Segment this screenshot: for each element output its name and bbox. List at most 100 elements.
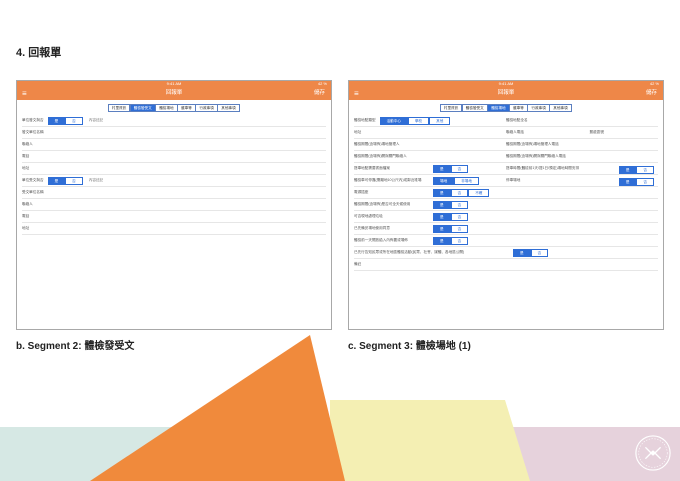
option-no[interactable]: 否 xyxy=(450,200,469,209)
option-no[interactable]: 否 xyxy=(636,165,654,174)
yn-toggle: 是 否 xyxy=(433,236,469,245)
place-type-cell: 體檢地點類型 活動中心 學校 其他 xyxy=(354,116,506,125)
place-type-school[interactable]: 學校 xyxy=(407,116,430,125)
tab-admin[interactable]: 行政事項 xyxy=(527,104,550,112)
form-row-venue-manager: 體檢期間(含場佈)場地管理人 體檢期間(含場佈)場地管理人電話 xyxy=(354,139,658,151)
form-row-receiver-phone[interactable]: 電話 xyxy=(22,211,326,223)
yn-toggle-right: 是 否 xyxy=(618,165,654,174)
form-row-yn-3: 體檢期間(含場佈)是否可全天候使用 是 否 xyxy=(354,199,658,211)
menu-icon[interactable]: ≡ xyxy=(354,87,359,100)
field-label: 搭車地點需要書面檔案 xyxy=(354,166,390,170)
place-name-field[interactable]: 體檢地點全名 xyxy=(506,118,658,123)
option-yes[interactable]: 是 xyxy=(433,164,451,173)
field-label: 單位發文與否 xyxy=(22,118,44,122)
device-segment-2: 9:41 AM 42 % ≡ 回報單 儲存 村里資訊 體檢發受文 體檢場地 壅車… xyxy=(16,80,332,330)
tab-exam-documents[interactable]: 體檢發受文 xyxy=(129,104,156,112)
yn-toggle: 是 否 xyxy=(433,200,469,209)
yn-toggle-right: 是 否 xyxy=(618,177,654,186)
form-row-sender-contact[interactable]: 聯絡人 xyxy=(22,139,326,151)
form-row-receive-doc: 單位受文與否 是 否 內容註記 xyxy=(22,175,326,187)
send-doc-no[interactable]: 否 xyxy=(65,116,83,125)
option-no[interactable]: 否 xyxy=(450,224,469,233)
save-button[interactable]: 儲存 xyxy=(646,87,657,100)
place-type-other[interactable]: 其他 xyxy=(429,116,451,125)
form-row-place-type: 體檢地點類型 活動中心 學校 其他 體檢地點全名 xyxy=(354,115,658,127)
tab-exam-documents[interactable]: 體檢發受文 xyxy=(461,104,488,112)
device-segment-3: 9:41 AM 42 % ≡ 回報單 儲存 村里資訊 體檢發受文 體檢場地 壅車… xyxy=(348,80,664,330)
form-row-note[interactable]: 備註 xyxy=(354,259,658,271)
option-venue[interactable]: 場地 xyxy=(433,176,455,185)
menu-icon[interactable]: ≡ xyxy=(22,87,27,100)
venue-manager-phone-field[interactable]: 體檢期間(含場佈)場地管理人電話 xyxy=(506,142,658,147)
form-row-receiver-contact[interactable]: 聯絡人 xyxy=(22,199,326,211)
door-contact-phone-field[interactable]: 體檢期間(含場佈)開與關門聯絡人電話 xyxy=(506,154,658,159)
form-row-receiver-address[interactable]: 地址 xyxy=(22,223,326,235)
form-row-sender-name[interactable]: 發文單位名稱 xyxy=(22,127,326,139)
option-yes[interactable]: 是 xyxy=(618,177,637,186)
yn-toggle: 場地 非場地 xyxy=(433,176,479,185)
form-row-sender-address[interactable]: 地址 xyxy=(22,163,326,175)
content-note-label: 內容註記 xyxy=(88,178,104,182)
field-label: 已先行告知民眾或所在地區體檢活動(民眾、社會、媒體、各地區公開) xyxy=(354,250,465,254)
save-button[interactable]: 儲存 xyxy=(314,87,325,100)
yn-toggle: 是 否 xyxy=(513,248,549,257)
tab-other[interactable]: 其他事項 xyxy=(549,104,572,112)
tab-exam-venue[interactable]: 體檢場地 xyxy=(155,104,178,112)
venue-manager-field[interactable]: 體檢期間(含場佈)場地管理人 xyxy=(354,142,506,147)
place-type-community[interactable]: 活動中心 xyxy=(379,116,408,125)
option-no[interactable]: 否 xyxy=(450,164,469,173)
form-row-sender-phone[interactable]: 電話 xyxy=(22,151,326,163)
option-no[interactable]: 否 xyxy=(530,248,549,257)
option-yes[interactable]: 是 xyxy=(618,165,637,174)
option-yes[interactable]: 是 xyxy=(433,188,451,197)
caption-segment-2: b. Segment 2: 體檢發受文 xyxy=(16,341,135,352)
field-label: 電源插座 xyxy=(354,190,369,194)
option-no[interactable]: 否 xyxy=(636,177,654,186)
option-unsure[interactable]: 不確 xyxy=(468,188,490,197)
tab-exam-venue[interactable]: 體檢場地 xyxy=(487,104,510,112)
place-type-toggle: 活動中心 學校 其他 xyxy=(379,116,451,125)
tab-vehicles[interactable]: 壅車等 xyxy=(509,104,528,112)
option-yes[interactable]: 是 xyxy=(433,212,451,221)
field-label: 可否現地處理垃圾 xyxy=(354,214,383,218)
content-note-label: 內容註記 xyxy=(88,118,104,122)
tab-other[interactable]: 其他事項 xyxy=(217,104,240,112)
form-content: 體檢地點類型 活動中心 學校 其他 體檢地點全名 地址 聯絡人電話 郵遞區號 體… xyxy=(349,112,663,271)
form-row-yn-2: 電源插座 是 否 不確 xyxy=(354,187,658,199)
door-contact-field[interactable]: 體檢期間(含場佈)開與關門聯絡人 xyxy=(354,154,506,159)
tab-village-info[interactable]: 村里資訊 xyxy=(439,104,463,112)
contact-cell: 聯絡人電話 郵遞區號 xyxy=(506,130,658,135)
contact-phone-field[interactable]: 聯絡人電話 xyxy=(506,130,590,135)
nav-bar: ≡ 回報單 儲存 xyxy=(349,87,663,100)
tab-vehicles[interactable]: 壅車等 xyxy=(177,104,196,112)
postcode-field[interactable]: 郵遞區號 xyxy=(590,130,604,135)
receive-doc-toggle: 是 否 xyxy=(47,176,83,185)
option-yes[interactable]: 是 xyxy=(433,200,451,209)
option-no[interactable]: 否 xyxy=(450,212,469,221)
nav-title: 回報單 xyxy=(165,90,183,96)
send-doc-yes[interactable]: 是 xyxy=(47,116,66,125)
tab-bar: 村里資訊 體檢發受文 體檢場地 壅車等 行政事項 其他事項 xyxy=(17,104,331,112)
status-time: 9:41 AM xyxy=(166,81,182,86)
option-no[interactable]: 否 xyxy=(450,188,469,197)
field-label: 已先備妥場地使用同意 xyxy=(354,226,390,230)
option-non-venue[interactable]: 非場地 xyxy=(454,176,479,185)
field-label: 體檢車可停靠(需離地10公尺內)或鄰近堆場 xyxy=(354,178,422,182)
option-yes[interactable]: 是 xyxy=(433,236,451,245)
form-row-receiver-name[interactable]: 受文單位名稱 xyxy=(22,187,326,199)
receive-doc-no[interactable]: 否 xyxy=(65,176,83,185)
field-label: 地址 xyxy=(22,166,30,170)
tab-admin[interactable]: 行政事項 xyxy=(195,104,218,112)
option-no[interactable]: 否 xyxy=(450,236,469,245)
field-label: 地址 xyxy=(22,226,30,230)
address-field[interactable]: 地址 xyxy=(354,130,506,135)
form-row-send-doc: 單位發文與否 是 否 內容註記 xyxy=(22,115,326,127)
send-doc-toggle: 是 否 xyxy=(47,116,83,125)
option-yes[interactable]: 是 xyxy=(433,224,451,233)
receive-doc-yes[interactable]: 是 xyxy=(47,176,66,185)
field-label: 發文單位名稱 xyxy=(22,130,44,134)
tab-village-info[interactable]: 村里資訊 xyxy=(107,104,131,112)
field-label: 電話 xyxy=(22,214,30,218)
option-yes[interactable]: 是 xyxy=(513,248,531,257)
form-row-door-contact: 體檢期間(含場佈)開與關門聯絡人 體檢期間(含場佈)開與關門聯絡人電話 xyxy=(354,151,658,163)
